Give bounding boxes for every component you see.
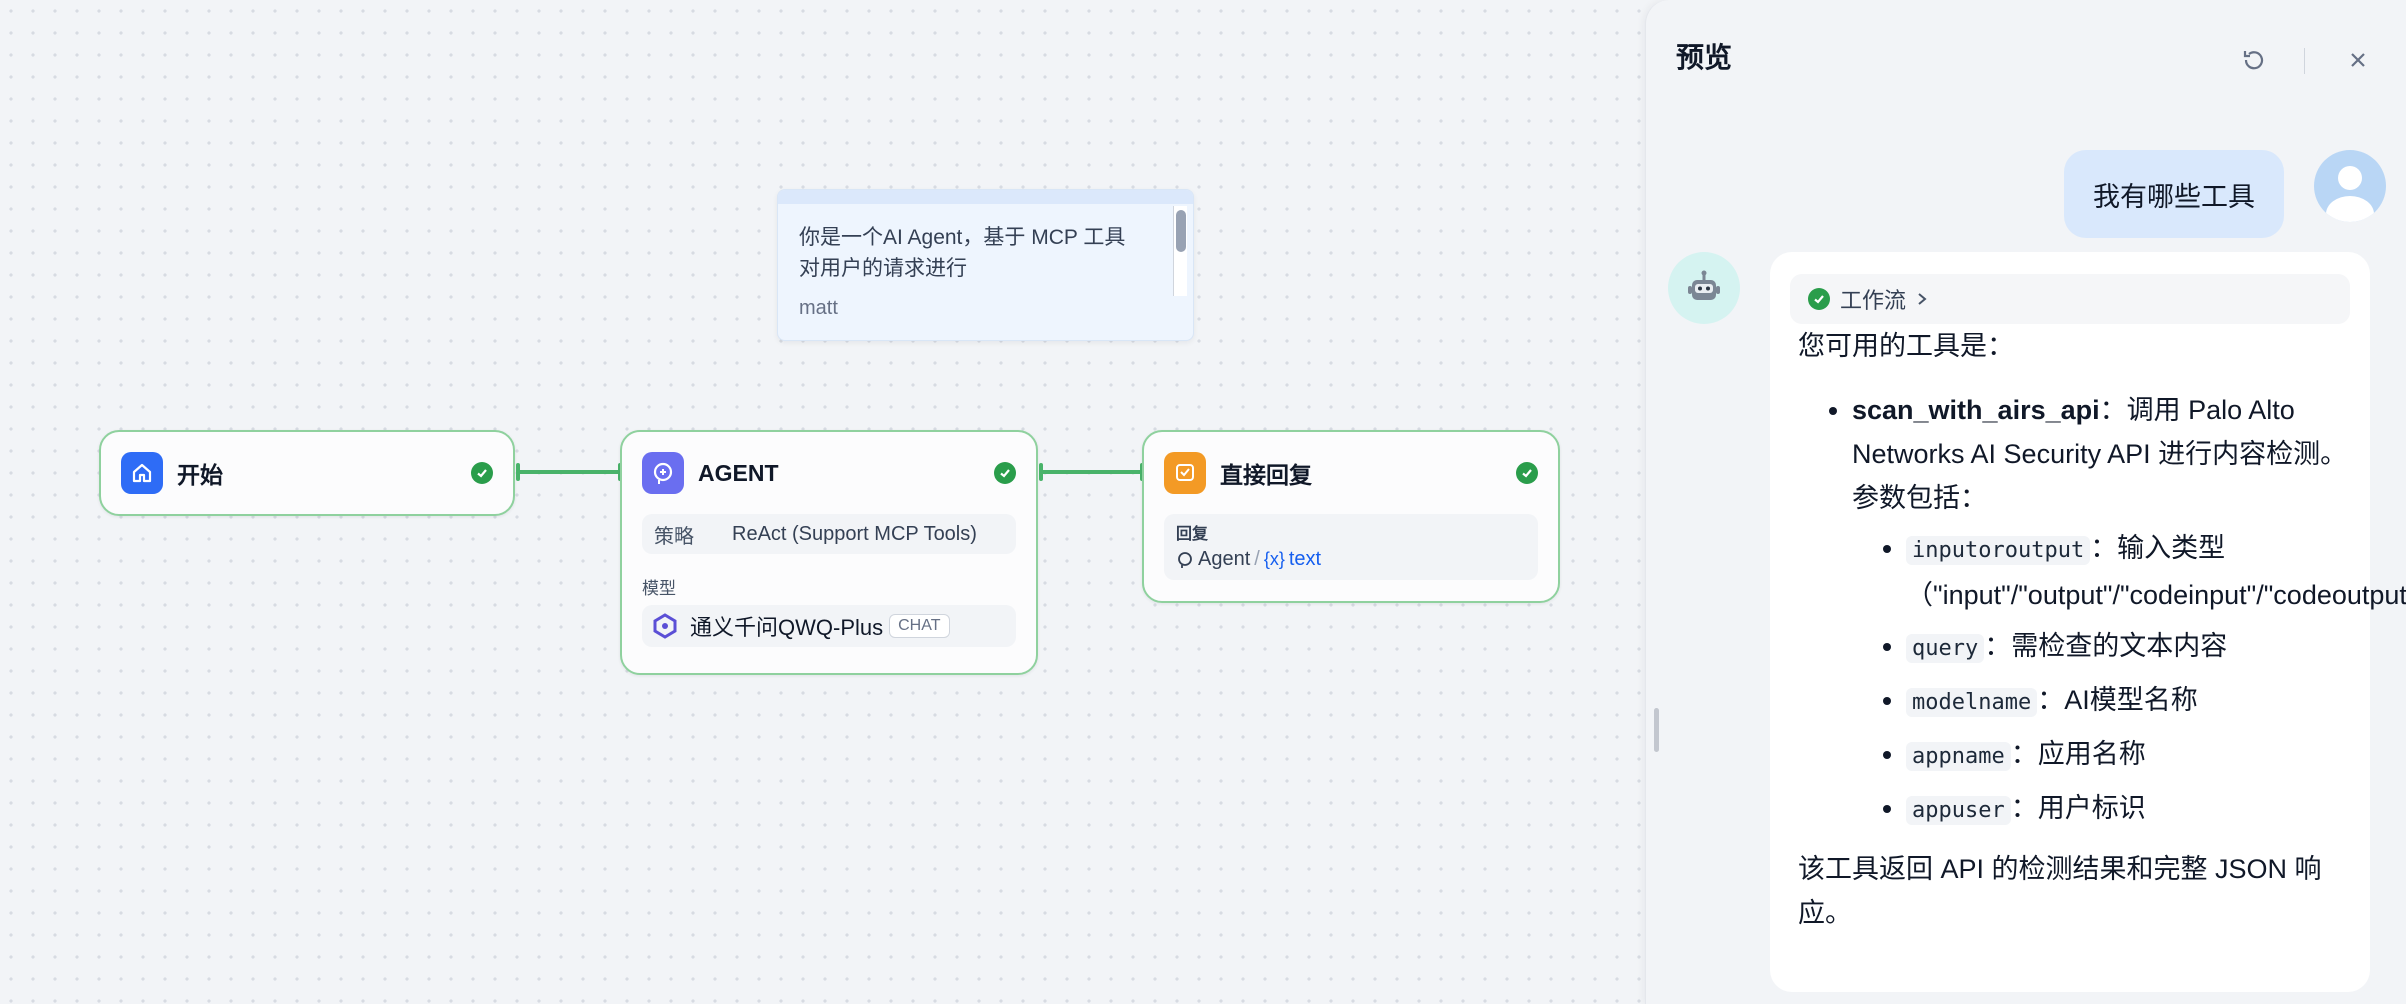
start-node-title: 开始 (177, 462, 223, 488)
agent-model-row: 通义千问QWQ-Plus CHAT (642, 605, 1016, 647)
brain-icon (1176, 551, 1194, 569)
reply-variable-ref[interactable]: Agent / {x} text (1176, 548, 1321, 571)
reply-label: 回复 (1176, 526, 1209, 543)
param-name: appname (1906, 742, 2011, 771)
header-divider (2304, 48, 2305, 74)
variable-icon: {x} (1263, 549, 1285, 569)
tool-list: scan_with_airs_api：调用 Palo Alto Networks… (1852, 388, 2406, 833)
tool-name: scan_with_airs_api (1852, 395, 2100, 425)
param-name: modelname (1906, 688, 2038, 717)
agent-node[interactable]: AGENT 策略 ReAct (Support MCP Tools) 模型 通义… (620, 430, 1038, 675)
preview-panel: 预览 我有哪些工具 工作流 您可用的工具是： • scan_with_airs_… (1645, 0, 2406, 1004)
note-text: 你是一个AI Agent，基于 MCP 工具对用户的请求进行 (799, 226, 1126, 280)
user-message: 我有哪些工具 (2064, 150, 2284, 238)
assistant-message: 工作流 您可用的工具是： scan_with_airs_api：调用 Palo … (1770, 252, 2406, 992)
list-item: modelname：AI模型名称 (1906, 678, 2350, 725)
reply-icon (1164, 452, 1206, 494)
start-node[interactable]: 开始 (99, 430, 515, 516)
bot-avatar (1668, 252, 1740, 324)
robot-icon (1688, 270, 1720, 300)
note-scrollbar-thumb[interactable] (1176, 210, 1186, 252)
model-label: 模型 (642, 579, 676, 598)
chevron-right-icon (1916, 291, 1928, 307)
user-icon (2326, 166, 2374, 222)
reply-node-title: 直接回复 (1220, 462, 1312, 488)
list-item: inputoroutput：输入类型（"input"/"output"/"cod… (1906, 526, 2406, 617)
qwen-logo-icon (652, 613, 678, 639)
param-list: inputoroutput：输入类型（"input"/"output"/"cod… (1906, 526, 2406, 833)
reply-content-box: 回复 Agent / {x} text (1164, 514, 1538, 580)
note-author: matt (799, 297, 838, 319)
check-icon (471, 462, 493, 484)
check-icon (994, 462, 1016, 484)
reply-ref-separator: / (1254, 548, 1260, 570)
check-icon (1516, 462, 1538, 484)
edge-start-agent[interactable] (519, 470, 620, 474)
home-icon (121, 452, 163, 494)
note-header (778, 190, 1193, 204)
list-item: scan_with_airs_api：调用 Palo Alto Networks… (1852, 388, 2406, 833)
note-node[interactable]: 你是一个AI Agent，基于 MCP 工具对用户的请求进行 matt (777, 189, 1194, 341)
agent-strategy-row: 策略 ReAct (Support MCP Tools) (642, 514, 1016, 554)
param-desc: ：需检查的文本内容 (1984, 631, 2228, 661)
workflow-canvas[interactable]: 你是一个AI Agent，基于 MCP 工具对用户的请求进行 matt 开始 A… (0, 0, 1645, 1004)
user-avatar (2314, 150, 2386, 222)
param-desc: ：用户标识 (2010, 793, 2146, 823)
reply-node[interactable]: 直接回复 回复 Agent / {x} text (1142, 430, 1560, 603)
param-name: appuser (1906, 796, 2011, 825)
strategy-value: ReAct (Support MCP Tools) (732, 522, 977, 545)
model-value: 通义千问QWQ-Plus (690, 615, 884, 640)
check-icon (1808, 288, 1830, 310)
panel-title: 预览 (1676, 42, 1733, 73)
list-item: appuser：用户标识 (1906, 786, 2350, 833)
agent-node-title: AGENT (698, 459, 779, 486)
reply-ref-node: Agent (1198, 548, 1251, 570)
param-desc: ：应用名称 (2010, 739, 2146, 769)
param-name: query (1906, 634, 1985, 663)
strategy-label: 策略 (654, 525, 694, 548)
param-desc: ：AI模型名称 (2037, 685, 2198, 715)
refresh-icon (2240, 46, 2268, 74)
workflow-process-toggle[interactable]: 工作流 (1790, 274, 2350, 324)
brain-icon (642, 452, 684, 494)
model-type-badge: CHAT (889, 614, 950, 638)
answer-outro: 该工具返回 API 的检测结果和完整 JSON 响应。 (1798, 854, 2322, 928)
panel-resize-handle[interactable] (1654, 708, 1659, 752)
list-item: query：需检查的文本内容 (1906, 624, 2350, 671)
reply-ref-var: text (1288, 548, 1322, 570)
answer-intro: 您可用的工具是： (1798, 331, 2014, 361)
refresh-button[interactable] (2236, 42, 2272, 78)
workflow-chip-label: 工作流 (1840, 288, 1907, 313)
note-scrollbar[interactable] (1173, 206, 1187, 296)
param-name: inputoroutput (1906, 536, 2091, 565)
close-button[interactable] (2340, 42, 2376, 78)
edge-agent-reply[interactable] (1042, 470, 1142, 474)
list-item: appname：应用名称 (1906, 732, 2350, 779)
close-icon (2347, 49, 2369, 71)
